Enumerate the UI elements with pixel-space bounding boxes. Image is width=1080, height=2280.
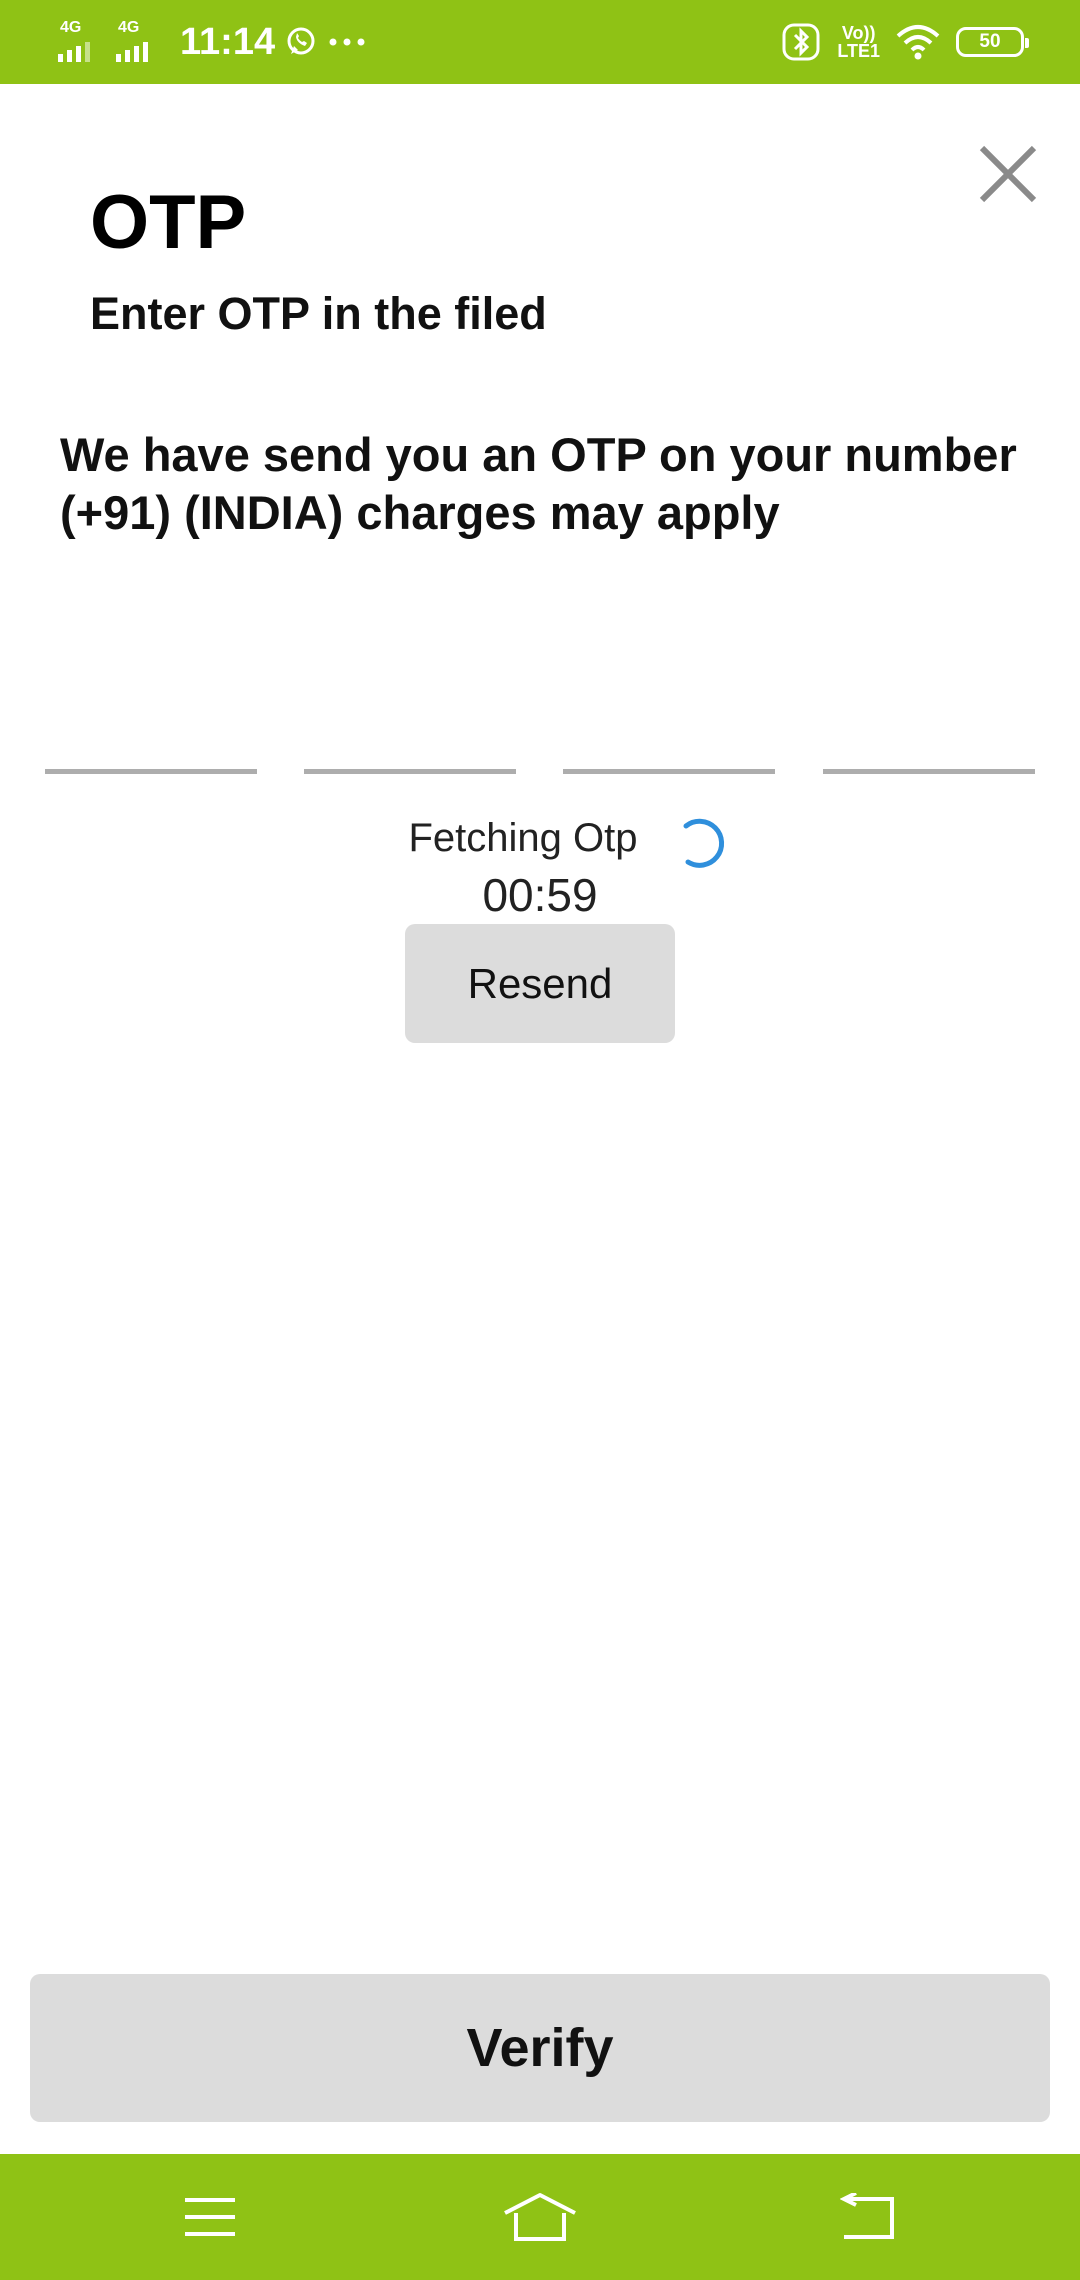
battery-level: 50: [979, 31, 1001, 52]
page-title: OTP: [90, 180, 247, 265]
bluetooth-icon: [782, 23, 820, 61]
navigation-bar: [0, 2154, 1080, 2280]
back-icon: [840, 2193, 894, 2239]
resend-button[interactable]: Resend: [405, 924, 675, 1043]
loading-spinner-icon: [683, 818, 725, 868]
wifi-icon: [896, 25, 940, 60]
status-bar-left: 4G 4G 11:14: [58, 0, 367, 84]
network-type-1: 4G: [60, 19, 82, 36]
more-dots-icon: [329, 38, 365, 46]
signal-icon: 4G: [116, 20, 164, 64]
page-subtitle: Enter OTP in the filed: [90, 288, 547, 339]
network-type-2: 4G: [118, 19, 140, 36]
otp-digit-4[interactable]: [823, 700, 1035, 774]
verify-button[interactable]: Verify: [30, 1974, 1050, 2122]
status-bar-right: Vo)) LTE1 50: [781, 0, 1029, 84]
whatsapp-icon: [287, 27, 315, 55]
back-button[interactable]: [798, 2154, 938, 2280]
home-icon: [504, 2193, 576, 2241]
otp-info-message: We have send you an OTP on your number (…: [60, 428, 1017, 539]
volte-bottom-label: LTE1: [837, 41, 880, 61]
menu-button[interactable]: [140, 2154, 280, 2280]
status-time: 11:14: [180, 20, 276, 63]
otp-countdown-timer: 00:59: [482, 869, 598, 921]
signal-icon: 4G: [58, 20, 106, 64]
fetching-otp-label: Fetching Otp: [408, 816, 638, 860]
otp-digit-1[interactable]: [45, 700, 257, 774]
volte-indicator: Vo)) LTE1: [837, 24, 880, 60]
home-button[interactable]: [470, 2154, 610, 2280]
otp-digit-3[interactable]: [563, 700, 775, 774]
battery-icon: 50: [956, 27, 1029, 57]
volte-top-label: Vo)): [841, 23, 876, 43]
otp-digit-2[interactable]: [304, 700, 516, 774]
menu-icon: [185, 2198, 235, 2236]
close-icon[interactable]: [974, 140, 1042, 208]
status-bar: 4G 4G 11:14 Vo)) LTE1 50: [0, 0, 1080, 84]
